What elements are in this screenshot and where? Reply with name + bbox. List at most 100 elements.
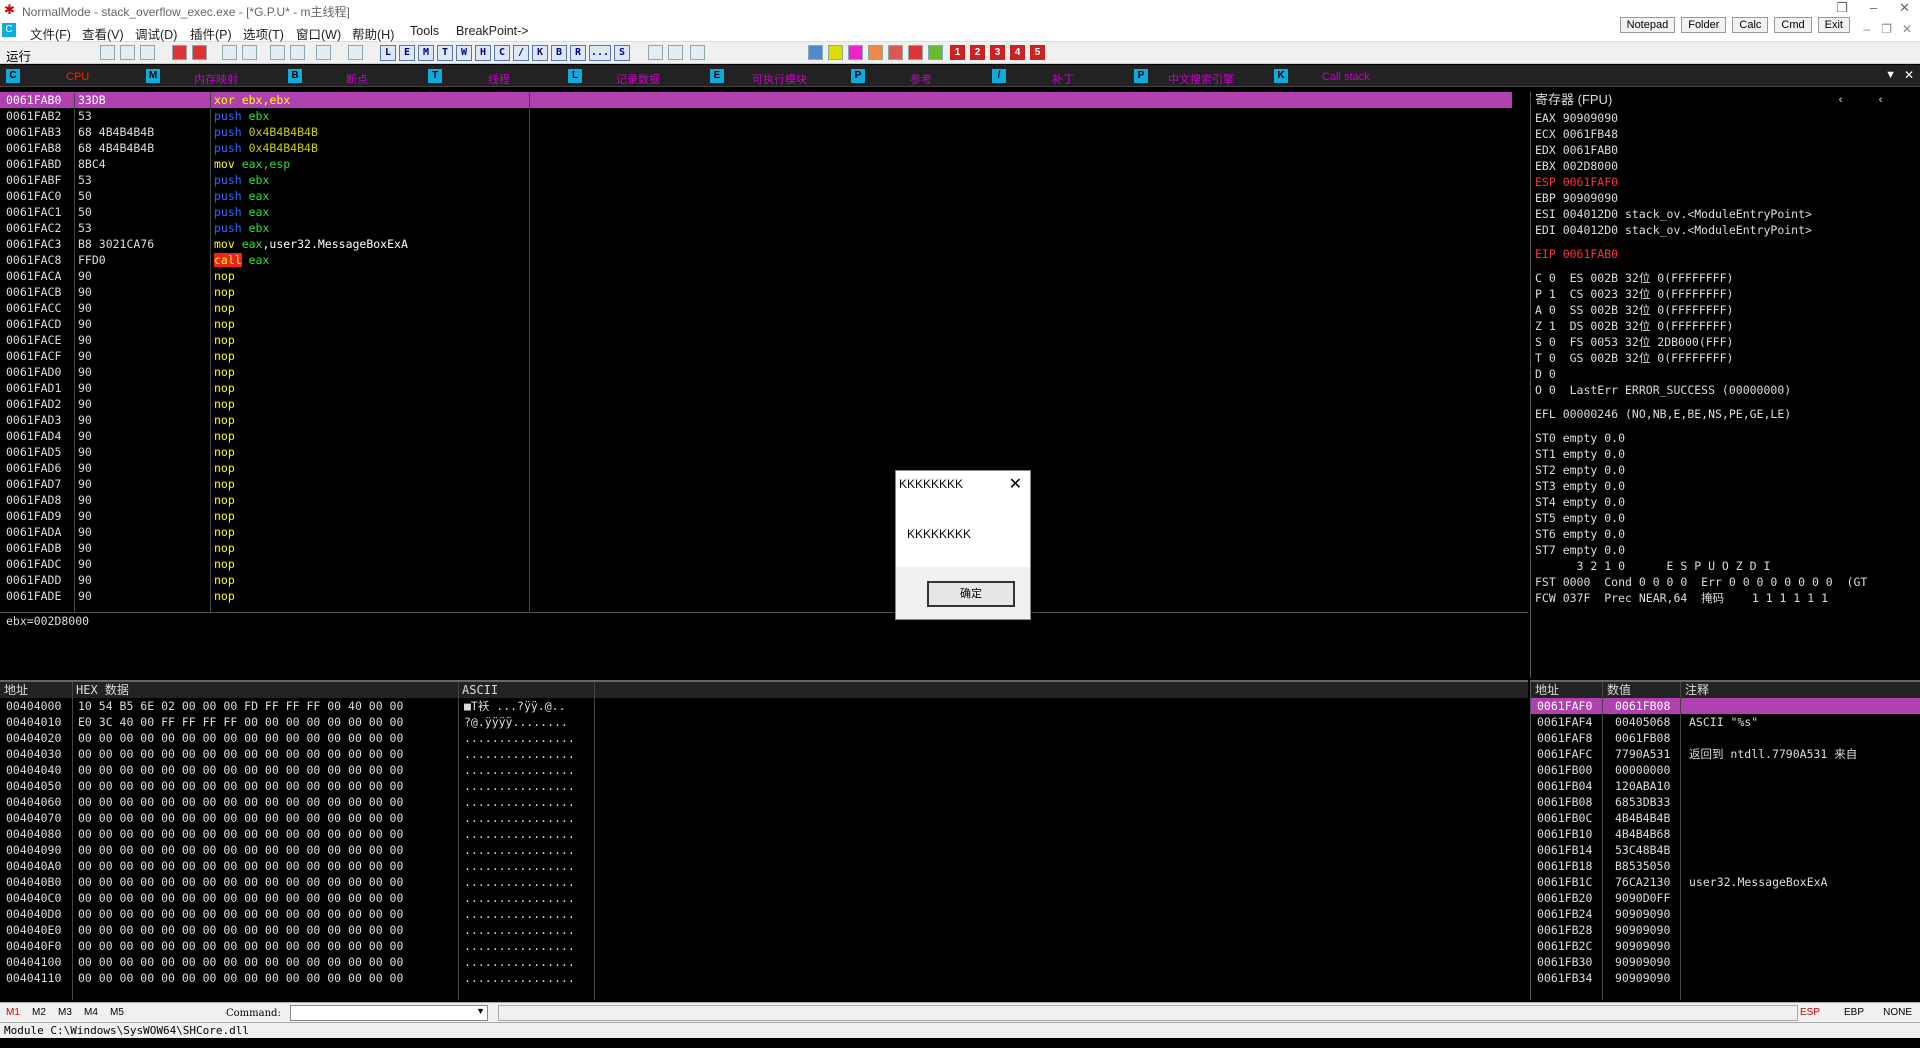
stack-row[interactable]: 0061FAFC 7790A531 返回到 ntdll.7790A531 来自 bbox=[1531, 746, 1920, 762]
dump-row[interactable]: 00404100 00 00 00 00 00 00 00 00 00 00 00… bbox=[0, 954, 1528, 970]
tab-call-stack[interactable]: Call stack bbox=[1322, 71, 1370, 83]
close-icon[interactable]: ✕ bbox=[1899, 0, 1910, 16]
flag-row[interactable]: C 0 ES 002B 32位 0(FFFFFFFF) bbox=[1535, 270, 1920, 286]
disasm-row[interactable]: 0061FAD5 90 nop bbox=[0, 444, 1512, 460]
chevron-left-icon[interactable]: ‹ bbox=[1837, 92, 1844, 106]
minimize-icon[interactable]: – bbox=[1863, 22, 1870, 36]
register-row[interactable]: ESI 004012D0 stack_ov.<ModuleEntryPoint> bbox=[1535, 206, 1920, 222]
m2-tab[interactable]: M2 bbox=[32, 1007, 46, 1018]
tab-key[interactable]: P bbox=[851, 69, 865, 83]
disasm-row[interactable]: 0061FAC3 B8 3021CA76 mov eax,user32.Messag… bbox=[0, 236, 1512, 252]
tab-key[interactable]: M bbox=[146, 69, 160, 83]
tab-key[interactable]: / bbox=[992, 69, 1006, 83]
dump-row[interactable]: 00404050 00 00 00 00 00 00 00 00 00 00 00… bbox=[0, 778, 1528, 794]
disassembly-pane[interactable]: 0061FAB0 33DB xor ebx,ebx 0061FAB2 53 push eb… bbox=[0, 92, 1512, 612]
disasm-row[interactable]: 0061FAB0 33DB xor ebx,ebx bbox=[0, 92, 1512, 108]
menu-options[interactable]: 选项(T) bbox=[243, 24, 284, 43]
tab-modules[interactable]: 可执行模块 bbox=[752, 71, 807, 87]
command-input[interactable]: ▼ bbox=[290, 1005, 488, 1021]
fpu-register-row[interactable]: ST6 empty 0.0 bbox=[1535, 526, 1920, 542]
plugin5-icon[interactable] bbox=[888, 45, 903, 60]
menu-window[interactable]: 窗口(W) bbox=[296, 24, 341, 43]
hex-dump-pane[interactable]: 地址 HEX 数据 ASCII 00404000 10 54 B5 6E 02 0… bbox=[0, 680, 1528, 1000]
toolbar-slash-button[interactable]: / bbox=[513, 45, 529, 61]
cmd-button[interactable]: Cmd bbox=[1774, 17, 1812, 33]
rewind-icon[interactable] bbox=[120, 45, 135, 60]
toolbar-h-button[interactable]: H bbox=[475, 45, 491, 61]
stack-row[interactable]: 0061FAF8 0061FB08 bbox=[1531, 730, 1920, 746]
dump-row[interactable]: 004040F0 00 00 00 00 00 00 00 00 00 00 00… bbox=[0, 938, 1528, 954]
toolbar-r-button[interactable]: R bbox=[570, 45, 586, 61]
fpu-register-row[interactable]: ST5 empty 0.0 bbox=[1535, 510, 1920, 526]
stack-row[interactable]: 0061FB1C 76CA2130 user32.MessageBoxExA bbox=[1531, 874, 1920, 890]
toolbar-w-button[interactable]: W bbox=[456, 45, 472, 61]
stack-row[interactable]: 0061FB20 9090D0FF bbox=[1531, 890, 1920, 906]
toolbar-e-button[interactable]: E bbox=[399, 45, 415, 61]
toolbar-4-button[interactable]: 4 bbox=[1010, 45, 1025, 60]
toolbar-2-button[interactable]: 2 bbox=[970, 45, 985, 60]
plugin4-icon[interactable] bbox=[868, 45, 883, 60]
disasm-row[interactable]: 0061FABF 53 push ebx bbox=[0, 172, 1512, 188]
none-toggle[interactable]: NONE bbox=[1883, 1007, 1912, 1018]
tab-key[interactable]: T bbox=[428, 69, 442, 83]
stack-row[interactable]: 0061FB00 00000000 bbox=[1531, 762, 1920, 778]
open-icon[interactable] bbox=[100, 45, 115, 60]
m1-tab[interactable]: M1 bbox=[6, 1007, 20, 1018]
stack-row[interactable]: 0061FB08 6853DB33 bbox=[1531, 794, 1920, 810]
disasm-row[interactable]: 0061FACA 90 nop bbox=[0, 268, 1512, 284]
dump-row[interactable]: 00404030 00 00 00 00 00 00 00 00 00 00 00… bbox=[0, 746, 1528, 762]
stack-pane[interactable]: 地址 数值 注释 0061FAF0 0061FB08 0061FAF4 0040506… bbox=[1530, 680, 1920, 1000]
stack-row[interactable]: 0061FB24 90909090 bbox=[1531, 906, 1920, 922]
register-pane[interactable]: 寄存器 (FPU) ‹ ‹ EAX 90909090 ECX 0061FB48 ED… bbox=[1530, 92, 1920, 678]
dump-row[interactable]: 004040C0 00 00 00 00 00 00 00 00 00 00 00… bbox=[0, 890, 1528, 906]
trace-over-icon[interactable] bbox=[290, 45, 305, 60]
disasm-row[interactable]: 0061FAB3 68 4B4B4B4B push 0x4B4B4B4B bbox=[0, 124, 1512, 140]
tab-cpu[interactable]: CPU bbox=[66, 71, 89, 83]
dump-row[interactable]: 00404000 10 54 B5 6E 02 00 00 00 FD FF FF… bbox=[0, 698, 1528, 714]
plugin6-icon[interactable] bbox=[908, 45, 923, 60]
disasm-row[interactable]: 0061FADA 90 nop bbox=[0, 524, 1512, 540]
fpu-register-row[interactable]: ST7 empty 0.0 bbox=[1535, 542, 1920, 558]
disasm-row[interactable]: 0061FACF 90 nop bbox=[0, 348, 1512, 364]
dump-row[interactable]: 004040A0 00 00 00 00 00 00 00 00 00 00 00… bbox=[0, 858, 1528, 874]
restore-icon[interactable]: ❐ bbox=[1836, 0, 1848, 16]
efl-register[interactable]: EFL 00000246 (NO,NB,E,BE,NS,PE,GE,LE) bbox=[1531, 406, 1920, 422]
ok-button[interactable]: 确定 bbox=[927, 581, 1015, 607]
flag-row[interactable]: S 0 FS 0053 32位 2DB000(FFF) bbox=[1535, 334, 1920, 350]
disasm-row[interactable]: 0061FACB 90 nop bbox=[0, 284, 1512, 300]
dump-row[interactable]: 004040E0 00 00 00 00 00 00 00 00 00 00 00… bbox=[0, 922, 1528, 938]
tab-threads[interactable]: 线程 bbox=[488, 71, 510, 87]
toolbar-3-button[interactable]: 3 bbox=[990, 45, 1005, 60]
dump-row[interactable]: 00404040 00 00 00 00 00 00 00 00 00 00 00… bbox=[0, 762, 1528, 778]
menu-help[interactable]: 帮助(H) bbox=[352, 24, 394, 43]
toolbar-l-button[interactable]: L bbox=[380, 45, 396, 61]
plugin-icon[interactable] bbox=[808, 45, 823, 60]
dump-row[interactable]: 00404090 00 00 00 00 00 00 00 00 00 00 00… bbox=[0, 842, 1528, 858]
pause-icon[interactable] bbox=[192, 45, 207, 60]
dropdown-icon[interactable]: ▼ bbox=[476, 1006, 485, 1016]
stack-row[interactable]: 0061FB14 53C48B4B bbox=[1531, 842, 1920, 858]
ebp-toggle[interactable]: EBP bbox=[1844, 1007, 1864, 1018]
register-row[interactable]: EAX 90909090 bbox=[1535, 110, 1920, 126]
menu-debug[interactable]: 调试(D) bbox=[135, 24, 177, 43]
tab-memory-map[interactable]: 内存映射 bbox=[194, 71, 238, 87]
disasm-row[interactable]: 0061FACE 90 nop bbox=[0, 332, 1512, 348]
dump-col-address[interactable]: 地址 bbox=[4, 682, 29, 698]
stack-row[interactable]: 0061FB18 B8535050 bbox=[1531, 858, 1920, 874]
disasm-row[interactable]: 0061FAC2 53 push ebx bbox=[0, 220, 1512, 236]
close-icon[interactable]: ✕ bbox=[1902, 22, 1912, 36]
dropdown-icon[interactable]: ▼ bbox=[1885, 69, 1896, 81]
flag-row[interactable]: Z 1 DS 002B 32位 0(FFFFFFFF) bbox=[1535, 318, 1920, 334]
stack-col-value[interactable]: 数值 bbox=[1607, 682, 1632, 698]
menu-tools[interactable]: Tools bbox=[410, 24, 439, 38]
m4-tab[interactable]: M4 bbox=[84, 1007, 98, 1018]
stack-row[interactable]: 0061FB34 90909090 bbox=[1531, 970, 1920, 986]
tab-chinese-search[interactable]: 中文搜索引擎 bbox=[1168, 71, 1234, 87]
cpu-window-icon[interactable]: C bbox=[2, 23, 16, 37]
disasm-row[interactable]: 0061FACC 90 nop bbox=[0, 300, 1512, 316]
menu-view[interactable]: 查看(V) bbox=[82, 24, 124, 43]
dump-row[interactable]: 00404020 00 00 00 00 00 00 00 00 00 00 00… bbox=[0, 730, 1528, 746]
flag-row[interactable]: T 0 GS 002B 32位 0(FFFFFFFF) bbox=[1535, 350, 1920, 366]
menu-breakpoint[interactable]: BreakPoint-> bbox=[456, 24, 529, 38]
disasm-row[interactable]: 0061FADB 90 nop bbox=[0, 540, 1512, 556]
